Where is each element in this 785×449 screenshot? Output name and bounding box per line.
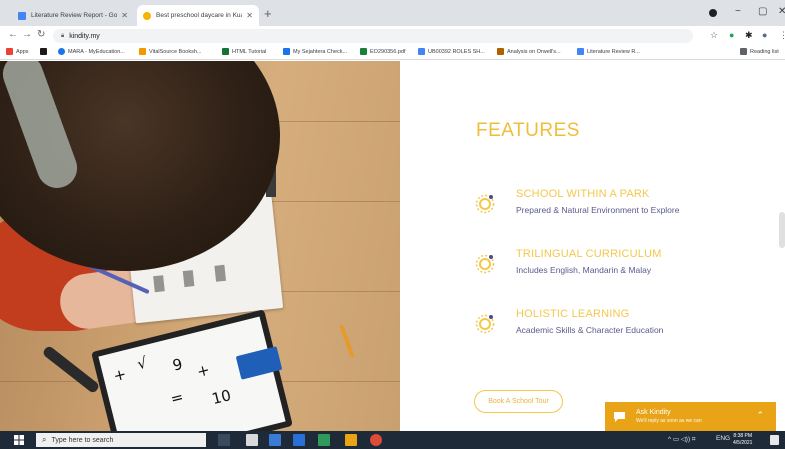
reload-icon[interactable]: ↻ [37,29,45,40]
sun-icon [475,314,495,334]
bookmarks-bar: Apps MARA - MyEducation... VitalSource B… [0,46,785,60]
browser-tab-strip: Literature Review Report - Googl ✕ Best … [0,0,785,26]
bookmark-literature-review[interactable]: Literature Review R... [577,48,640,55]
task-view-icon[interactable] [218,434,230,446]
files-app-icon[interactable] [345,434,357,446]
feature-item: TRILINGUAL CURRICULUM Includes English, … [470,248,770,284]
sun-icon [475,254,495,274]
windows-start-icon[interactable] [14,435,24,445]
system-tray-icons[interactable]: ^ ▭ ◁)) ⌗ [668,435,696,444]
menu-kebab-icon[interactable]: ⋮ [779,30,785,41]
navigation-bar: ← → ↻ 🔒︎ kindity.my ☆ ● ✱ ● ⋮ [0,26,785,46]
feature-heading: SCHOOL WITHIN A PARK [516,188,650,200]
notifications-icon[interactable] [770,435,779,445]
chrome-app-icon[interactable] [370,434,382,446]
features-section: FEATURES SCHOOL WITHIN A PARK Prepared &… [400,61,785,431]
chat-bubble-icon [614,412,625,422]
search-icon: ⌕ [42,435,47,444]
bookmark-mysejahtera[interactable]: My Sejahtera Check... [283,48,347,55]
bookmark-star-icon[interactable]: ☆ [710,30,718,41]
word-app-icon[interactable] [293,434,305,446]
taskbar-search-input[interactable]: ⌕ Type here to search [36,433,206,447]
excel-app-icon[interactable] [318,434,330,446]
bookmark-mara[interactable]: MARA - MyEducation... [58,48,125,55]
close-window-button[interactable]: ✕ [778,6,785,17]
close-tab-icon[interactable]: ✕ [246,11,253,20]
google-docs-favicon-icon [18,11,26,20]
url-text: kindity.my [69,32,100,40]
minimize-button[interactable]: − [735,6,741,17]
feature-subtitle: Academic Skills & Character Education [516,325,664,335]
tab-title: Literature Review Report - Googl [31,12,118,19]
bookmark-favicon-icon [577,48,584,55]
close-tab-icon[interactable]: ✕ [121,11,128,20]
bookmark-favicon-icon [40,48,47,55]
bookmark-favicon-icon [58,48,65,55]
mail-app-icon[interactable] [269,434,281,446]
bookmark-favicon-icon [222,48,229,55]
new-tab-button[interactable]: + [264,6,272,21]
features-title: FEATURES [476,120,580,141]
maximize-button[interactable]: ▢ [758,6,767,17]
address-bar[interactable]: 🔒︎ kindity.my [53,29,693,43]
language-indicator[interactable]: ENG [716,435,730,442]
page-scrollbar[interactable] [779,212,785,248]
chat-name: Ask Kindity [636,409,671,416]
feature-heading: TRILINGUAL CURRICULUM [516,248,662,260]
tab-title: Best preschool daycare in Kuala [156,12,243,19]
bookmark-html-tutorial[interactable]: HTML Tutorial [222,48,266,55]
apps-grid-icon [6,48,13,55]
feature-subtitle: Includes English, Mandarin & Malay [516,265,652,275]
profile-icon[interactable] [709,9,717,17]
clock[interactable]: 8:38 PM 4/5/2021 [733,433,752,447]
feature-subtitle: Prepared & Natural Environment to Explor… [516,205,680,215]
chat-widget[interactable]: Ask Kindity We'll reply as soon as we ca… [605,402,776,431]
orange-pencil [339,324,355,358]
bookmark-favicon-icon [360,48,367,55]
bookmark-pdf[interactable]: EO290356.pdf [360,48,405,55]
tab-literature-review[interactable]: Literature Review Report - Googl ✕ [12,5,134,26]
reading-list-button[interactable]: Reading list [740,48,779,55]
sun-icon [475,194,495,214]
back-arrow-icon[interactable]: ← [8,29,18,40]
kindity-favicon-icon [143,11,151,20]
bookmark-orwell[interactable]: Analysis on Orwell's... [497,48,561,55]
chevron-up-icon[interactable]: ⌃ [756,410,764,421]
extension-icon[interactable]: ● [729,30,734,40]
bookmark-blank[interactable] [40,48,50,55]
bookmark-favicon-icon [283,48,290,55]
clock-date: 4/5/2021 [733,440,753,446]
bookmark-favicon-icon [418,48,425,55]
puzzle-extensions-icon[interactable]: ✱ [745,30,753,41]
hero-photo: + √ 9 + = 10 [0,61,400,431]
bookmark-apps[interactable]: Apps [6,48,29,55]
feature-heading: HOLISTIC LEARNING [516,308,630,320]
feature-item: HOLISTIC LEARNING Academic Skills & Char… [470,308,770,344]
bookmark-roles[interactable]: UB00392 ROLES SH... [418,48,485,55]
lock-icon: 🔒︎ [61,32,65,39]
chat-note: We'll reply as soon as we can [636,418,702,424]
bookmark-favicon-icon [497,48,504,55]
reading-list-icon [740,48,747,55]
avatar[interactable]: ● [762,30,767,40]
tab-kindity[interactable]: Best preschool daycare in Kuala ✕ [137,5,259,26]
search-placeholder: Type here to search [51,436,114,444]
bookmark-favicon-icon [139,48,146,55]
forward-arrow-icon[interactable]: → [22,29,32,40]
book-school-tour-button[interactable]: Book A School Tour [474,390,563,413]
windows-taskbar: ⌕ Type here to search ^ ▭ ◁)) ⌗ ENG 8:38… [0,431,785,449]
bookmark-vitalsource[interactable]: VitalSource Booksh... [139,48,201,55]
clock-time: 8:38 PM [733,433,753,439]
feature-item: SCHOOL WITHIN A PARK Prepared & Natural … [470,188,770,224]
store-app-icon[interactable] [246,434,258,446]
